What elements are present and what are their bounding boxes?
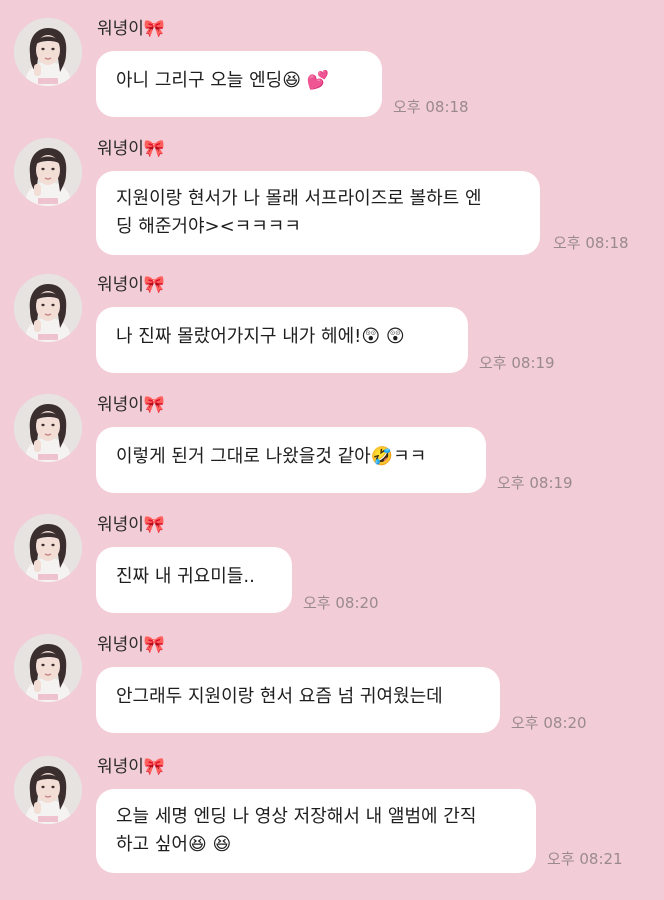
message-time: 오후 08:18 — [393, 98, 469, 116]
avatar[interactable] — [14, 18, 82, 86]
message-bubble[interactable]: 진짜 내 귀요미들.. — [96, 547, 292, 613]
sender-name: 워녕이🎀 — [97, 275, 166, 295]
avatar[interactable] — [14, 274, 82, 342]
message-text: 딩 해준거야><ㅋㅋㅋㅋ — [116, 216, 301, 237]
avatar-image — [14, 756, 82, 824]
avatar-image — [14, 274, 82, 342]
message-text: 안그래두 지원이랑 현서 요즘 넘 귀여웠는데 — [116, 686, 443, 707]
message-bubble[interactable]: 이렇게 된거 그대로 나왔을것 같아🤣ㅋㅋ — [96, 427, 486, 493]
sender-name: 워녕이🎀 — [97, 635, 166, 655]
message-bubble[interactable]: 지원이랑 현서가 나 몰래 서프라이즈로 볼하트 엔 딩 해준거야><ㅋㅋㅋㅋ — [96, 171, 540, 255]
message-time: 오후 08:20 — [511, 714, 587, 732]
sender-name: 워녕이🎀 — [97, 515, 166, 535]
message-text: 오늘 세명 엔딩 나 영상 저장해서 내 앨범에 간직 — [116, 806, 477, 827]
avatar[interactable] — [14, 514, 82, 582]
message-time: 오후 08:19 — [479, 354, 555, 372]
message-bubble[interactable]: 나 진짜 몰랐어가지구 내가 헤에!😲 😲 — [96, 307, 468, 373]
message-text: 나 진짜 몰랐어가지구 내가 헤에!😲 😲 — [116, 326, 405, 347]
message-time: 오후 08:20 — [303, 594, 379, 612]
avatar[interactable] — [14, 138, 82, 206]
message-bubble[interactable]: 오늘 세명 엔딩 나 영상 저장해서 내 앨범에 간직 하고 싶어😆 😆 — [96, 789, 536, 873]
message-text: 이렇게 된거 그대로 나왔을것 같아🤣ㅋㅋ — [116, 446, 427, 467]
sender-name: 워녕이🎀 — [97, 19, 166, 39]
avatar-image — [14, 514, 82, 582]
avatar-image — [14, 138, 82, 206]
avatar[interactable] — [14, 756, 82, 824]
sender-name: 워녕이🎀 — [97, 139, 166, 159]
message-text: 지원이랑 현서가 나 몰래 서프라이즈로 볼하트 엔 — [116, 188, 482, 209]
message-text: 아니 그리구 오늘 엔딩😆 💕 — [116, 70, 330, 91]
message-bubble[interactable]: 아니 그리구 오늘 엔딩😆 💕 — [96, 51, 382, 117]
message-time: 오후 08:18 — [553, 234, 629, 252]
avatar[interactable] — [14, 634, 82, 702]
message-text: 하고 싶어😆 😆 — [116, 834, 232, 855]
message-time: 오후 08:19 — [497, 474, 573, 492]
sender-name: 워녕이🎀 — [97, 757, 166, 777]
avatar-image — [14, 394, 82, 462]
message-bubble[interactable]: 안그래두 지원이랑 현서 요즘 넘 귀여웠는데 — [96, 667, 500, 733]
avatar-image — [14, 634, 82, 702]
avatar[interactable] — [14, 394, 82, 462]
message-text: 진짜 내 귀요미들.. — [116, 566, 255, 587]
avatar-image — [14, 18, 82, 86]
sender-name: 워녕이🎀 — [97, 395, 166, 415]
message-time: 오후 08:21 — [547, 850, 623, 868]
